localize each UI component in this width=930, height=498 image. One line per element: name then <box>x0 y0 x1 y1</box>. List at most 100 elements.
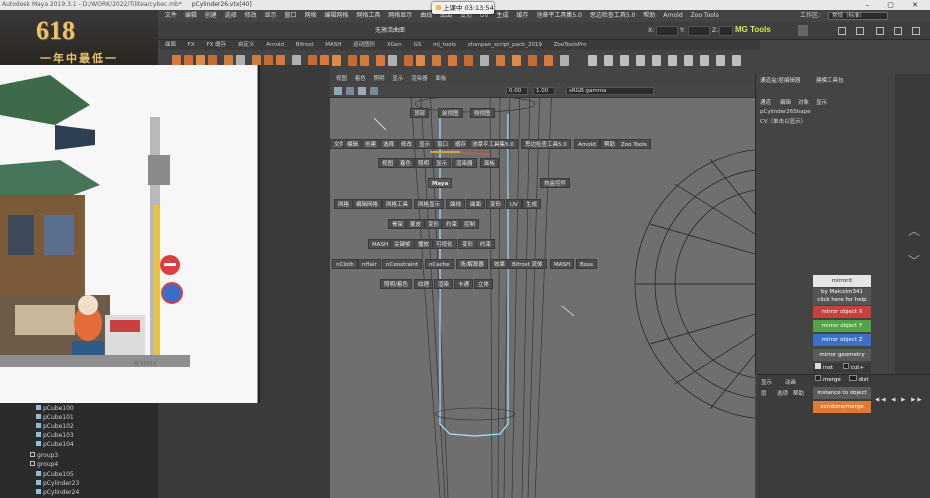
hotbox-select[interactable]: 选择 <box>379 139 399 149</box>
shelf-tab-gs[interactable]: GS <box>409 40 427 50</box>
hotbox-view[interactable]: 视图 <box>378 158 398 168</box>
field-y-input[interactable] <box>688 26 710 36</box>
workspace-dropdown[interactable]: 常规（标准） <box>828 12 888 20</box>
menu-mesh-display[interactable]: 网格显示 <box>385 10 415 22</box>
shelf-tool-icon[interactable] <box>544 55 553 66</box>
channel-box-icon[interactable] <box>912 27 920 35</box>
hotbox-side-view[interactable]: 侧视图 <box>470 108 495 118</box>
exposure-field[interactable]: 0.00 <box>506 87 528 95</box>
menu-generate[interactable]: 生成 <box>493 10 511 22</box>
menu-windows[interactable]: 窗口 <box>282 10 300 22</box>
tab-modeling-toolkit[interactable]: 建模工具包 <box>816 76 844 84</box>
shelf-tool-icon[interactable] <box>348 55 357 66</box>
merge-checkbox[interactable] <box>815 375 821 381</box>
vp-menu-lighting[interactable]: 照明 <box>374 76 385 82</box>
mirror-x-button[interactable]: mirror object X <box>813 306 871 318</box>
shelf-tab-mj-tools[interactable]: mj_tools <box>428 40 461 50</box>
hotbox-nhair[interactable]: nHair <box>358 259 381 269</box>
hotbox-zoo-tools[interactable]: Zoo Tools <box>617 139 651 149</box>
shelf-tool-icon[interactable] <box>668 55 677 66</box>
shaded-icon[interactable] <box>370 87 378 95</box>
shelf-tool-icon[interactable] <box>684 55 693 66</box>
hotbox-maya[interactable]: Maya <box>428 178 453 188</box>
hotbox-fields-solvers[interactable]: 场/解算器 <box>456 259 488 269</box>
shelf-tab-xgen[interactable]: XGen <box>382 40 407 50</box>
hotbox-create[interactable]: 创建 <box>361 139 381 149</box>
layer-menu-layers[interactable]: 层 <box>761 389 767 397</box>
hotbox-playback[interactable]: 播放 <box>414 239 434 249</box>
hotbox-shading[interactable]: 着色 <box>396 158 416 168</box>
tab-display-layers[interactable]: 显示 <box>761 378 772 386</box>
menu-modify[interactable]: 修改 <box>242 10 260 22</box>
field-x-input[interactable] <box>656 26 678 36</box>
shelf-tool-icon[interactable] <box>588 55 597 66</box>
hotbox-mesh-tools[interactable]: 网格工具 <box>382 199 413 209</box>
hotbox-surfaces[interactable]: 曲面 <box>466 199 486 209</box>
shelf-tool-icon[interactable] <box>388 55 397 66</box>
shelf-tab-bifrost[interactable]: Bifrost <box>291 40 319 50</box>
hotbox-renderer[interactable]: 渲染器 <box>452 158 477 168</box>
shelf-tool-icon[interactable] <box>404 55 413 66</box>
shelf-tool-icon[interactable] <box>652 55 661 66</box>
shelf-tool-icon[interactable] <box>716 55 725 66</box>
hotbox-skeleton[interactable]: 骨架 <box>388 219 408 229</box>
layer-controls-icon[interactable]: ◀◀ ◀ ▶ ▶▶ <box>875 397 924 403</box>
panel-icon[interactable] <box>856 27 864 35</box>
hotbox-modify[interactable]: 修改 <box>397 139 417 149</box>
hotbox-edit-mesh[interactable]: 编辑网格 <box>352 199 383 209</box>
hotbox-tools-a[interactable]: 池章平工具集5.0 <box>468 139 518 149</box>
shelf-tool-icon[interactable] <box>732 55 741 66</box>
toggle-icon[interactable] <box>798 25 808 36</box>
shelf-tool-icon[interactable] <box>432 55 441 66</box>
shelf-tab-script-pack[interactable]: zhanpan_script_pack_2019 <box>463 40 547 50</box>
hotbox-deform-2[interactable]: 变形 <box>424 219 444 229</box>
grid-icon[interactable] <box>346 87 354 95</box>
camera-icon[interactable] <box>334 87 342 95</box>
hotbox-control[interactable]: 控制 <box>460 219 480 229</box>
hotbox-mash-2[interactable]: MASH <box>550 259 575 269</box>
hotbox-mesh[interactable]: 网格 <box>334 199 354 209</box>
hotbox-effects[interactable]: 效果 <box>490 259 510 269</box>
menu-create[interactable]: 创建 <box>202 10 220 22</box>
shelf-tab-surfaces[interactable]: 曲面 <box>160 40 181 50</box>
hotbox-visualize[interactable]: 可视化 <box>432 239 457 249</box>
vp-menu-show[interactable]: 显示 <box>392 76 403 82</box>
menu-mesh[interactable]: 网格 <box>301 10 319 22</box>
dist-field[interactable] <box>848 375 857 381</box>
shelf-tool-icon[interactable] <box>620 55 629 66</box>
hotbox-nconstraint[interactable]: nConstraint <box>382 259 423 269</box>
shelf-tab-mash[interactable]: MASH <box>320 40 346 50</box>
mg-tools-logo[interactable]: MG Tools <box>735 25 771 34</box>
mirror-geometry-button[interactable]: mirror geometry <box>813 349 871 361</box>
shelf-tool-icon[interactable] <box>604 55 613 66</box>
menu-cache[interactable]: 缓存 <box>513 10 531 22</box>
cb-menu-edit[interactable]: 编辑 <box>780 98 791 106</box>
hotbox-boss[interactable]: Boss <box>576 259 597 269</box>
shelf-tab-motion-graphics[interactable]: 运动图形 <box>348 40 380 50</box>
list-item[interactable]: pCylinder23 <box>36 480 79 487</box>
hotbox-lighting[interactable]: 照明 <box>414 158 434 168</box>
shelf-tool-icon[interactable] <box>700 55 709 66</box>
hotbox-render[interactable]: 渲染 <box>434 279 454 289</box>
shelf-tab-fx[interactable]: FX <box>183 40 200 50</box>
list-item[interactable]: pCylinder24 <box>36 489 79 496</box>
hotbox-curves[interactable]: 曲线 <box>446 199 466 209</box>
menu-arnold[interactable]: Arnold <box>660 10 685 22</box>
hotbox-display[interactable]: 显示 <box>415 139 435 149</box>
hotbox-deform[interactable]: 变形 <box>486 199 506 209</box>
field-z-input[interactable] <box>719 26 733 36</box>
hotbox-show[interactable]: 显示 <box>432 158 452 168</box>
hotbox-mash[interactable]: MASH <box>368 239 393 249</box>
shelf-tool-icon[interactable] <box>528 55 537 66</box>
gamma-field[interactable]: 1.00 <box>533 87 555 95</box>
menu-tools-a[interactable]: 池章平工具集5.0 <box>533 10 585 22</box>
list-item[interactable]: pCube104 <box>36 441 74 448</box>
layer-menu-help[interactable]: 帮助 <box>793 389 804 397</box>
hotbox-front-view[interactable]: 前视图 <box>438 108 463 118</box>
hotbox-stereo[interactable]: 立体 <box>474 279 494 289</box>
hotbox-skin[interactable]: 蒙皮 <box>406 219 426 229</box>
list-item[interactable]: pCube105 <box>36 471 74 478</box>
shelf-tool-icon[interactable] <box>464 55 473 66</box>
hotbox-ncloth[interactable]: nCloth <box>332 259 358 269</box>
vp-menu-panels[interactable]: 面板 <box>435 76 446 82</box>
